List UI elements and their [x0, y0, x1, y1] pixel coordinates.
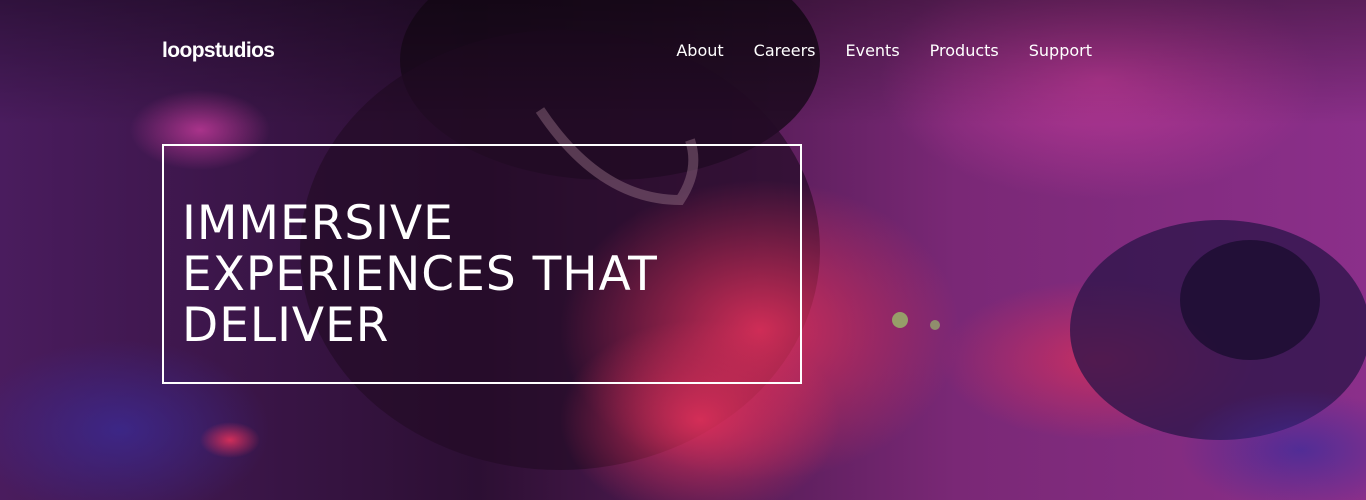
hero-title: IMMERSIVE EXPERIENCES THAT DELIVER	[182, 198, 782, 351]
main-nav: About Careers Events Products Support	[676, 36, 1092, 66]
site-header: loopstudios About Careers Events Product…	[162, 36, 1092, 66]
nav-link-products[interactable]: Products	[930, 36, 999, 66]
hero-title-line: IMMERSIVE	[182, 196, 454, 251]
hero-title-line: DELIVER	[182, 298, 390, 353]
nav-link-events[interactable]: Events	[845, 36, 899, 66]
hero-section: loopstudios About Careers Events Product…	[0, 0, 1366, 500]
logo[interactable]: loopstudios	[162, 36, 275, 66]
hero-title-line: EXPERIENCES THAT	[182, 247, 658, 302]
hero-headline-box: IMMERSIVE EXPERIENCES THAT DELIVER	[162, 144, 802, 384]
nav-link-support[interactable]: Support	[1029, 36, 1092, 66]
nav-link-about[interactable]: About	[676, 36, 723, 66]
nav-link-careers[interactable]: Careers	[754, 36, 816, 66]
